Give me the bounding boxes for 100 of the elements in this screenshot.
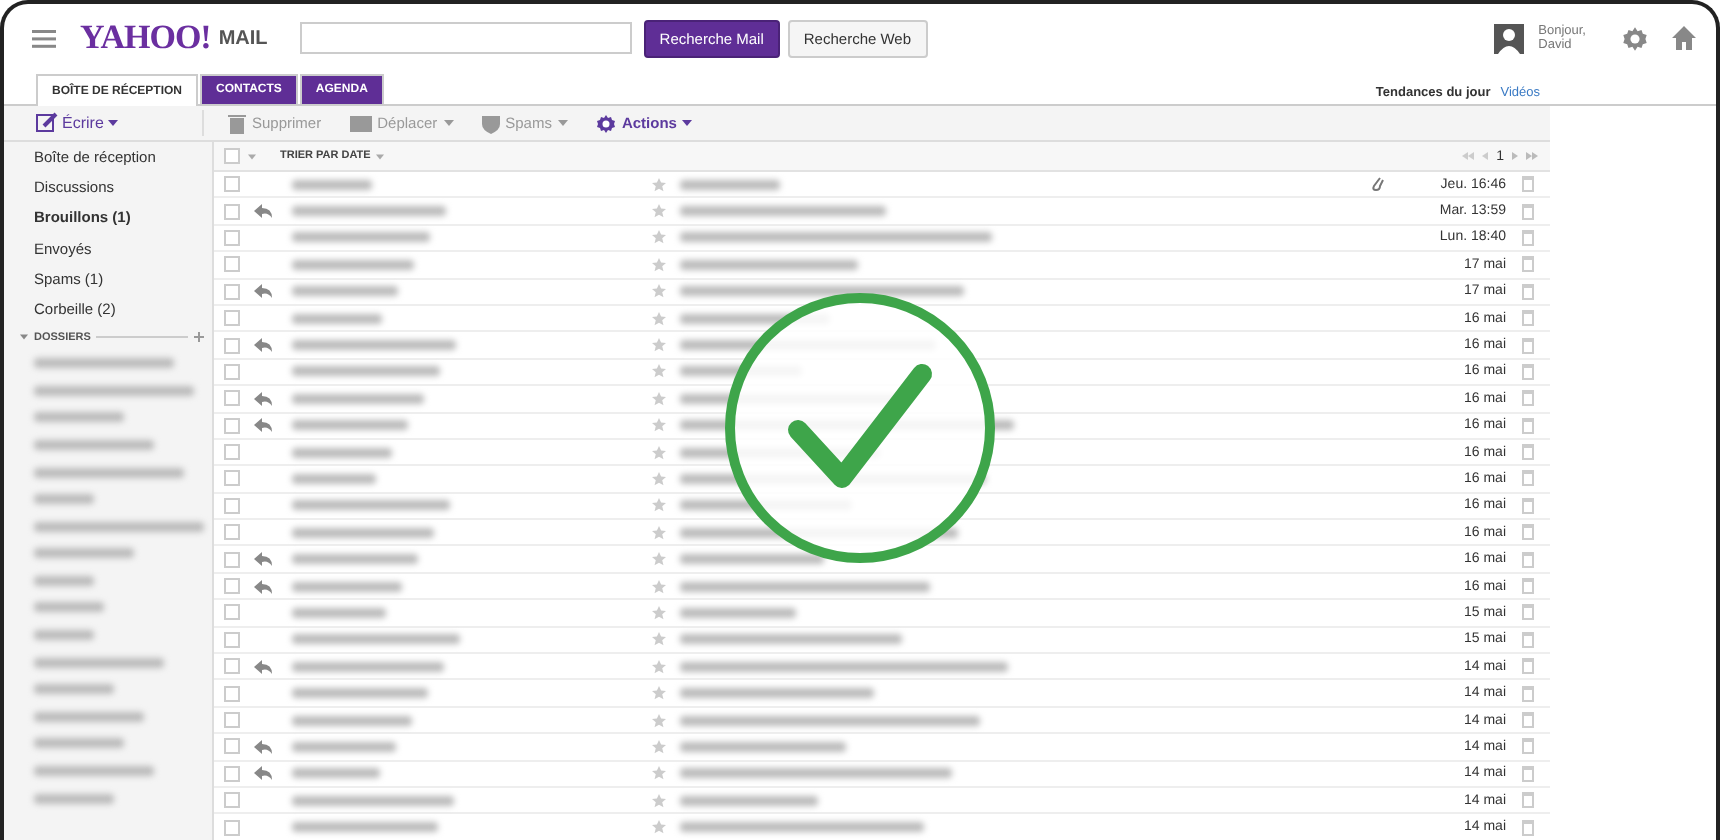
trash-icon[interactable] <box>1522 631 1534 648</box>
blurred-folder[interactable] <box>34 548 134 559</box>
row-checkbox[interactable] <box>224 604 240 621</box>
blurred-sender[interactable] <box>292 634 460 645</box>
blurred-folder[interactable] <box>34 657 164 668</box>
caret-icon[interactable] <box>248 153 256 159</box>
blurred-sender[interactable] <box>292 741 396 752</box>
row-checkbox[interactable] <box>224 283 240 300</box>
trash-icon[interactable] <box>1522 792 1534 809</box>
blurred-subject[interactable] <box>680 634 902 645</box>
trash-icon[interactable] <box>1522 765 1534 782</box>
menu-icon[interactable] <box>32 29 56 47</box>
star-icon[interactable] <box>652 230 666 245</box>
star-icon[interactable] <box>652 766 666 781</box>
blurred-sender[interactable] <box>292 420 408 431</box>
blurred-folder[interactable] <box>34 575 94 586</box>
avatar-icon[interactable] <box>1494 23 1525 53</box>
previous-page-icon[interactable] <box>1482 152 1489 160</box>
trash-icon[interactable] <box>1522 310 1534 327</box>
blurred-folder[interactable] <box>34 412 124 423</box>
blurred-sender[interactable] <box>292 768 380 779</box>
star-icon[interactable] <box>652 605 666 620</box>
star-icon[interactable] <box>652 552 666 567</box>
blurred-subject[interactable] <box>680 259 858 270</box>
blurred-sender[interactable] <box>292 688 428 699</box>
star-icon[interactable] <box>652 257 666 272</box>
trash-icon[interactable] <box>1522 524 1534 541</box>
trash-icon[interactable] <box>1522 203 1534 220</box>
row-checkbox[interactable] <box>224 337 240 354</box>
star-icon[interactable] <box>652 284 666 299</box>
blurred-sender[interactable] <box>292 527 434 538</box>
blurred-folder[interactable] <box>34 358 174 369</box>
trash-icon[interactable] <box>1522 685 1534 702</box>
trash-icon[interactable] <box>1522 551 1534 568</box>
trash-icon[interactable] <box>1522 417 1534 434</box>
blurred-sender[interactable] <box>292 500 450 511</box>
star-icon[interactable] <box>652 471 666 486</box>
trash-icon[interactable] <box>1522 283 1534 300</box>
star-icon[interactable] <box>652 659 666 674</box>
blurred-folder[interactable] <box>34 385 194 396</box>
star-icon[interactable] <box>652 579 666 594</box>
row-checkbox[interactable] <box>224 658 240 675</box>
blurred-sender[interactable] <box>292 366 440 377</box>
row-checkbox[interactable] <box>224 470 240 487</box>
row-checkbox[interactable] <box>224 792 240 809</box>
settings-icon[interactable] <box>1622 25 1648 51</box>
star-icon[interactable] <box>652 632 666 647</box>
blurred-sender[interactable] <box>292 581 402 592</box>
add-folder-icon[interactable] <box>194 332 204 343</box>
blurred-subject[interactable] <box>680 688 874 699</box>
row-checkbox[interactable] <box>224 631 240 648</box>
row-checkbox[interactable] <box>224 417 240 434</box>
trash-icon[interactable] <box>1522 229 1534 246</box>
row-checkbox[interactable] <box>224 765 240 782</box>
blurred-subject[interactable] <box>680 206 886 217</box>
star-icon[interactable] <box>652 793 666 808</box>
select-all-checkbox[interactable] <box>224 148 240 164</box>
row-checkbox[interactable] <box>224 390 240 407</box>
blurred-sender[interactable] <box>292 259 414 270</box>
blurred-sender[interactable] <box>292 715 412 725</box>
blurred-sender[interactable] <box>292 447 392 458</box>
collapse-caret-icon[interactable] <box>20 334 28 341</box>
blurred-subject[interactable] <box>680 607 796 618</box>
compose-button[interactable]: Écrire <box>4 110 204 136</box>
row-checkbox[interactable] <box>224 551 240 568</box>
home-icon[interactable] <box>1672 26 1696 50</box>
trash-icon[interactable] <box>1522 444 1534 461</box>
first-page-icon[interactable] <box>1462 152 1475 160</box>
trash-icon[interactable] <box>1522 578 1534 595</box>
blurred-folder[interactable] <box>34 467 184 477</box>
blurred-sender[interactable] <box>292 340 456 351</box>
row-checkbox[interactable] <box>224 310 240 327</box>
trash-icon[interactable] <box>1522 337 1534 354</box>
blurred-folder[interactable] <box>34 630 94 641</box>
trash-icon[interactable] <box>1522 712 1534 728</box>
row-checkbox[interactable] <box>224 685 240 702</box>
blurred-folder[interactable] <box>34 521 204 532</box>
blurred-subject[interactable] <box>680 286 964 297</box>
trash-icon[interactable] <box>1522 390 1534 407</box>
blurred-sender[interactable] <box>292 393 424 404</box>
row-checkbox[interactable] <box>224 256 240 273</box>
blurred-sender[interactable] <box>292 313 382 324</box>
trash-icon[interactable] <box>1522 497 1534 514</box>
trash-icon[interactable] <box>1522 738 1534 755</box>
star-icon[interactable] <box>652 204 666 219</box>
trash-icon[interactable] <box>1522 256 1534 273</box>
star-icon[interactable] <box>652 820 666 835</box>
trash-icon[interactable] <box>1522 363 1534 380</box>
star-icon[interactable] <box>652 445 666 460</box>
blurred-sender[interactable] <box>292 473 376 484</box>
row-checkbox[interactable] <box>224 444 240 461</box>
blurred-sender[interactable] <box>292 607 386 618</box>
trash-icon[interactable] <box>1522 819 1534 836</box>
search-field[interactable] <box>299 22 632 54</box>
row-checkbox[interactable] <box>224 712 240 728</box>
row-checkbox[interactable] <box>224 578 240 595</box>
blurred-subject[interactable] <box>680 232 992 243</box>
blurred-folder[interactable] <box>34 793 114 804</box>
row-checkbox[interactable] <box>224 819 240 836</box>
blurred-folder[interactable] <box>34 766 154 777</box>
